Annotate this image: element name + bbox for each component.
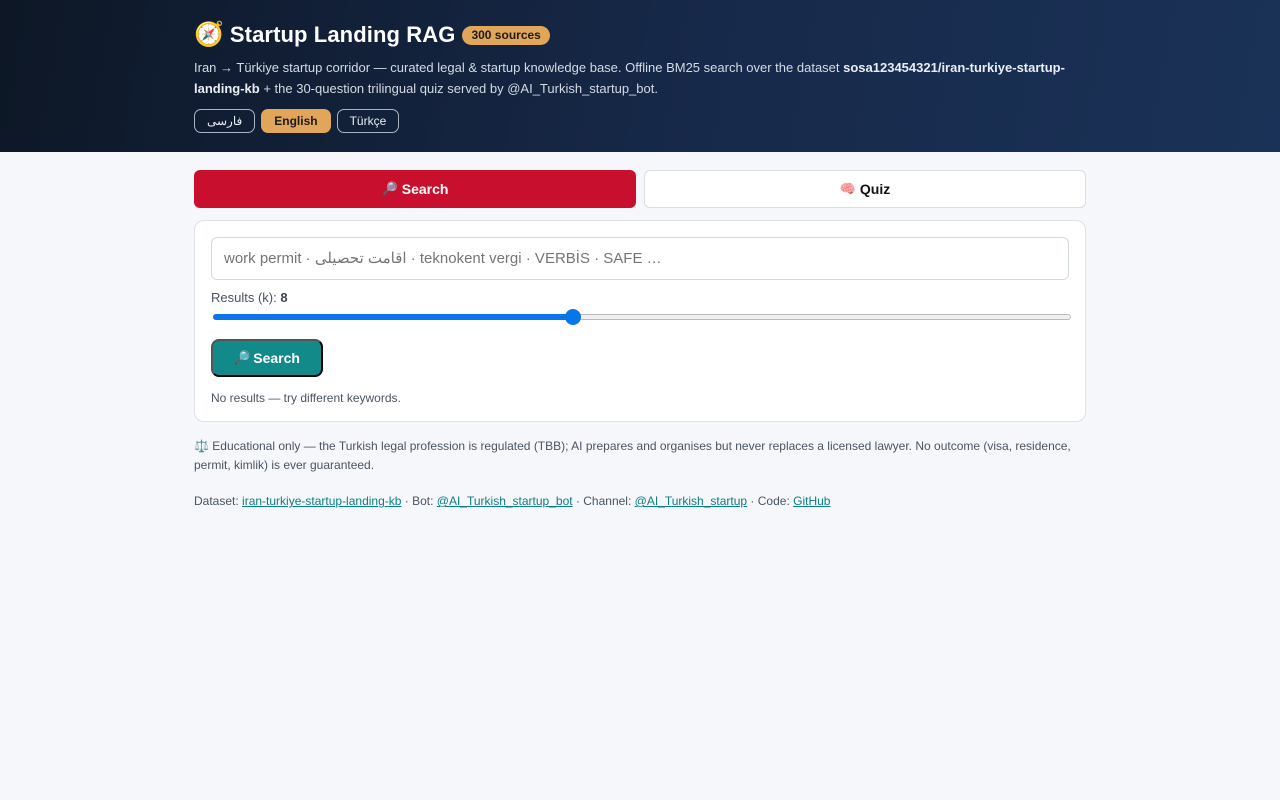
footer-dataset-label: Dataset: <box>194 494 243 508</box>
github-link[interactable]: GitHub <box>793 494 830 508</box>
footer-bot-label: · Bot: <box>401 494 437 508</box>
scales-icon: ⚖️ <box>194 439 209 453</box>
tab-quiz[interactable]: 🧠 Quiz <box>644 170 1086 208</box>
lang-button-tr[interactable]: Türkçe <box>336 109 400 133</box>
legal-disclaimer: ⚖️ Educational only — the Turkish legal … <box>194 437 1086 475</box>
title-row: 🧭 Startup Landing RAG 300 sources <box>194 20 1086 50</box>
tab-quiz-label: Quiz <box>859 181 891 197</box>
results-k-label: Results (k): 8 <box>211 290 1069 305</box>
search-panel: Results (k): 8 🔎 Search No results — try… <box>194 220 1086 422</box>
page-title: Startup Landing RAG <box>229 22 456 47</box>
sources-badge: 300 sources <box>462 25 550 45</box>
k-label-text: Results (k): <box>211 290 281 305</box>
compass-icon: 🧭 <box>194 21 224 48</box>
tab-search[interactable]: 🔎 Search <box>194 170 636 208</box>
search-button-label: Search <box>253 350 300 366</box>
slider-thumb[interactable] <box>565 309 582 325</box>
magnifier-icon: 🔎 <box>234 350 251 365</box>
page-description: Iran → Türkiye startup corridor — curate… <box>194 57 1074 99</box>
brain-icon: 🧠 <box>839 181 856 196</box>
tab-bar: 🔎 Search 🧠 Quiz <box>194 170 1086 208</box>
magnifier-icon: 🔎 <box>381 181 398 196</box>
no-results-message: No results — try different keywords. <box>211 391 401 405</box>
main-content: 🔎 Search 🧠 Quiz Results (k): 8 🔎 Search … <box>194 170 1086 508</box>
desc-prefix: Iran → Türkiye startup corridor — curate… <box>194 60 844 75</box>
search-input[interactable] <box>211 237 1069 280</box>
k-value: 8 <box>280 290 288 305</box>
search-button[interactable]: 🔎 Search <box>211 339 323 377</box>
slider-fill <box>213 314 574 320</box>
dataset-link[interactable]: iran-turkiye-startup-landing-kb <box>242 494 401 508</box>
tab-search-label: Search <box>401 181 449 197</box>
footer-code-label: · Code: <box>747 494 794 508</box>
bot-link[interactable]: @AI_Turkish_startup_bot <box>437 494 573 508</box>
footer-channel-label: · Channel: <box>572 494 635 508</box>
results-k-slider[interactable] <box>211 308 1071 326</box>
hero-header: 🧭 Startup Landing RAG 300 sources Iran →… <box>0 0 1280 152</box>
footer-links: Dataset: iran-turkiye-startup-landing-kb… <box>194 494 1086 508</box>
channel-link[interactable]: @AI_Turkish_startup <box>635 494 747 508</box>
lang-button-fa[interactable]: فارسی <box>194 109 256 133</box>
desc-suffix: + the 30-question trilingual quiz served… <box>259 81 658 96</box>
language-switcher: فارسی English Türkçe <box>194 109 1086 133</box>
disclaimer-text: Educational only — the Turkish legal pro… <box>194 439 1071 472</box>
lang-button-en[interactable]: English <box>261 109 331 133</box>
